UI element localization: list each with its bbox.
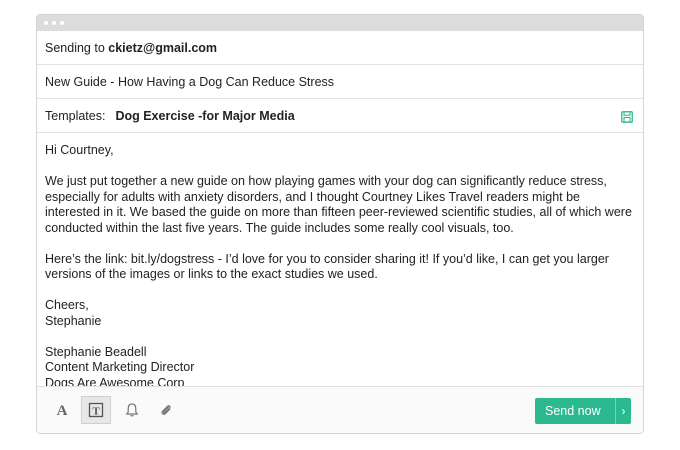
signoff-name: Stephanie <box>45 313 102 328</box>
template-icon: T <box>88 402 104 418</box>
compose-window: Sending to ckietz@gmail.com New Guide - … <box>36 14 644 434</box>
templates-label: Templates: <box>45 108 106 123</box>
signoff-line: Cheers, <box>45 298 89 312</box>
compose-toolbar: A T Send now › <box>37 386 643 433</box>
font-icon: A <box>57 403 68 418</box>
message-body[interactable]: Hi Courtney, We just put together a new … <box>37 133 643 395</box>
window-dot <box>60 21 64 25</box>
signature: Stephanie Beadell Content Marketing Dire… <box>45 345 635 392</box>
paperclip-icon <box>161 405 171 415</box>
signature-name: Stephanie Beadell <box>45 344 147 359</box>
signoff: Cheers, Stephanie <box>45 298 635 329</box>
window-dot <box>44 21 48 25</box>
reminder-button[interactable] <box>117 396 147 424</box>
send-now-label: Send now <box>545 404 601 418</box>
template-button[interactable]: T <box>81 396 111 424</box>
subject-text: New Guide - How Having a Dog Can Reduce … <box>45 74 335 89</box>
window-dot <box>52 21 56 25</box>
templates-row[interactable]: Templates: Dog Exercise -for Major Media <box>37 99 643 133</box>
template-selected[interactable]: Dog Exercise -for Major Media <box>115 109 294 123</box>
svg-text:A: A <box>57 403 68 418</box>
subject-field[interactable]: New Guide - How Having a Dog Can Reduce … <box>37 65 643 99</box>
body-paragraph-1: We just put together a new guide on how … <box>45 174 632 235</box>
recipient-email: ckietz@gmail.com <box>108 40 218 55</box>
font-button[interactable]: A <box>47 396 77 424</box>
recipient-prefix: Sending to <box>45 40 105 55</box>
greeting: Hi Courtney, <box>45 143 114 157</box>
window-titlebar <box>37 15 643 31</box>
svg-text:T: T <box>92 406 100 418</box>
attach-button[interactable] <box>151 396 181 424</box>
save-icon[interactable] <box>621 111 633 123</box>
chevron-right-icon[interactable]: › <box>616 404 631 418</box>
bell-icon <box>125 403 139 417</box>
signature-title: Content Marketing Director <box>45 360 195 374</box>
recipient-row[interactable]: Sending to ckietz@gmail.com <box>37 31 643 65</box>
send-now-button[interactable]: Send now › <box>535 398 631 424</box>
body-paragraph-2: Here’s the link: bit.ly/dogstress - I’d … <box>45 251 609 282</box>
